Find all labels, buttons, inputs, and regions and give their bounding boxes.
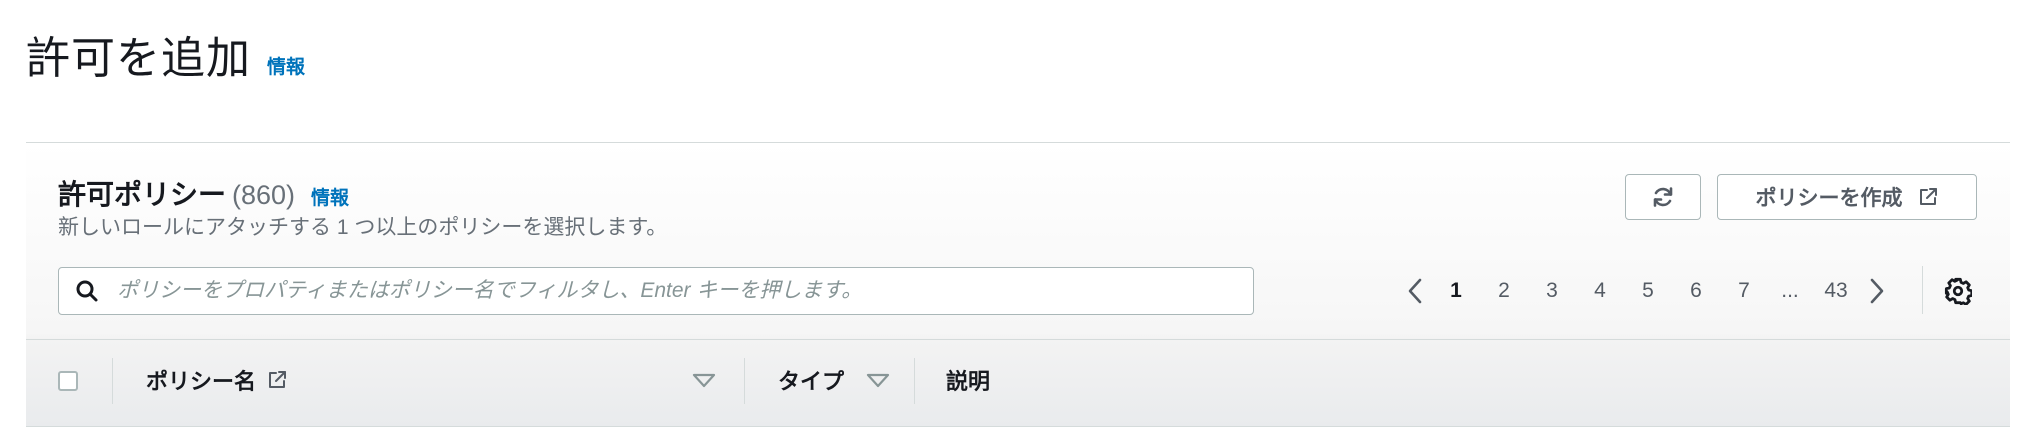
create-policy-button[interactable]: ポリシーを作成	[1717, 174, 1977, 220]
page-5-button[interactable]: 5	[1624, 279, 1672, 303]
column-divider	[112, 358, 113, 404]
external-link-icon	[1919, 188, 1937, 205]
policy-count: (860)	[232, 180, 296, 210]
page-title: 許可を追加	[26, 34, 251, 83]
refresh-button[interactable]	[1625, 174, 1701, 220]
refresh-icon	[1653, 187, 1673, 207]
column-divider	[744, 358, 745, 404]
page-1-button[interactable]: 1	[1432, 279, 1480, 303]
sort-icon[interactable]	[692, 373, 716, 389]
page-2-button[interactable]: 2	[1480, 279, 1528, 303]
column-policy-name-label: ポリシー名	[146, 369, 257, 394]
search-input[interactable]	[115, 268, 1253, 314]
pagination: 1 2 3 4 5 6 7 ... 43	[1398, 271, 1894, 311]
next-page-button[interactable]	[1860, 278, 1894, 304]
select-all-checkbox[interactable]	[58, 371, 78, 391]
page-7-button[interactable]: 7	[1720, 279, 1768, 303]
chevron-left-icon	[1408, 278, 1422, 304]
pagination-ellipsis: ...	[1781, 279, 1799, 302]
page-header: 許可を追加 情報	[26, 22, 305, 86]
preferences-button[interactable]	[1940, 273, 1976, 309]
policy-search-field[interactable]	[58, 267, 1254, 315]
column-type-label: タイプ	[778, 369, 845, 394]
previous-page-button[interactable]	[1398, 278, 1432, 304]
page-4-button[interactable]: 4	[1576, 279, 1624, 303]
page-3-button[interactable]: 3	[1528, 279, 1576, 303]
chevron-right-icon	[1870, 278, 1884, 304]
panel-header: 許可ポリシー (860) 情報	[58, 173, 349, 213]
column-divider	[914, 358, 915, 404]
external-link-icon	[269, 371, 287, 388]
pagination-divider	[1922, 266, 1923, 314]
page-last-button[interactable]: 43	[1812, 279, 1860, 303]
page-6-button[interactable]: 6	[1672, 279, 1720, 303]
page-info-link[interactable]: 情報	[267, 52, 305, 79]
create-policy-label: ポリシーを作成	[1755, 187, 1903, 210]
section-title: 許可ポリシー	[58, 179, 227, 210]
column-header-type[interactable]: タイプ	[778, 364, 844, 396]
settings-icon	[1944, 277, 1972, 305]
sort-icon[interactable]	[866, 373, 890, 389]
column-header-policy-name[interactable]: ポリシー名	[146, 364, 288, 396]
section-info-link[interactable]: 情報	[311, 188, 349, 209]
column-header-description: 説明	[946, 364, 990, 396]
permissions-policies-panel: 許可ポリシー (860) 情報 新しいロールにアタッチする 1 つ以上のポリシーを選…	[26, 142, 2010, 427]
table-header: ポリシー名 タイプ 説明	[26, 339, 2010, 427]
search-icon	[59, 279, 115, 303]
column-description-label: 説明	[946, 369, 991, 394]
section-description: 新しいロールにアタッチする 1 つ以上のポリシーを選択します。	[58, 216, 668, 239]
